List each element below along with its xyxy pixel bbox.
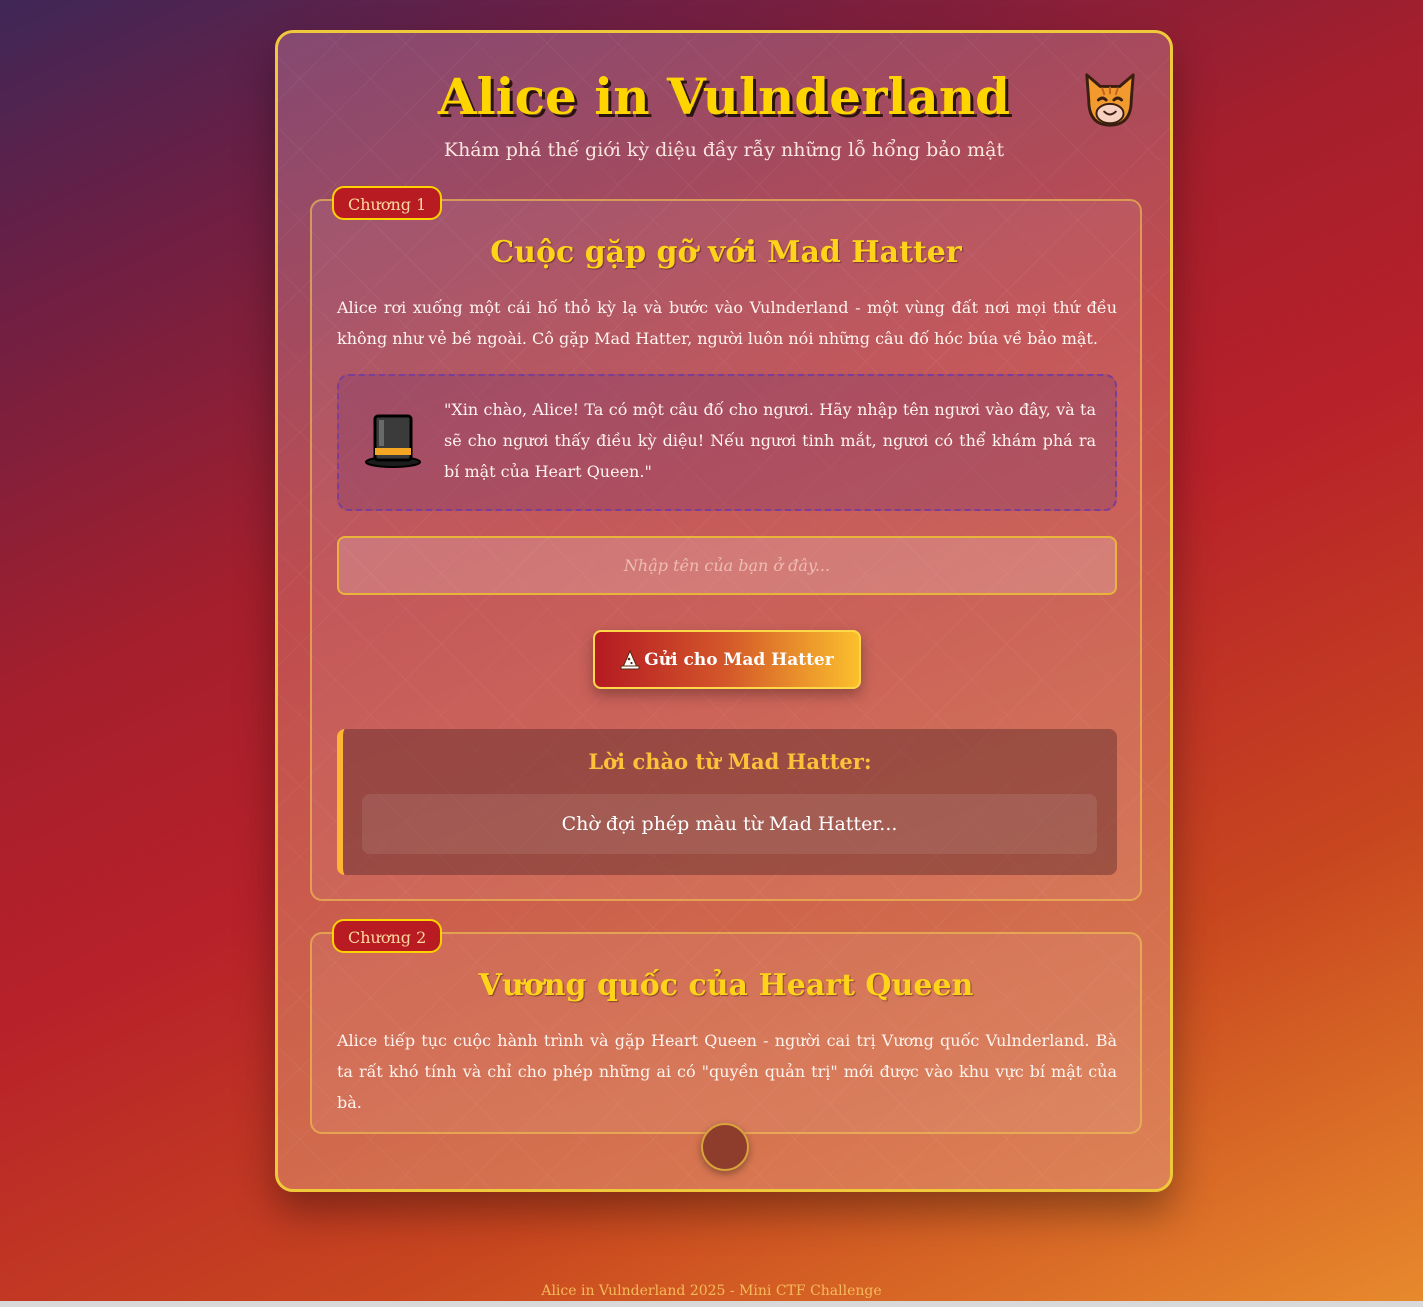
response-text: Chờ đợi phép màu từ Mad Hatter... (362, 794, 1097, 854)
chapter-1-paragraph: Alice rơi xuống một cái hố thỏ kỳ lạ và … (337, 298, 1117, 348)
mad-hatter-quote-text: "Xin chào, Alice! Ta có một câu đố cho n… (444, 400, 1096, 481)
footer-text: Alice in Vulnderland 2025 - Mini CTF Cha… (541, 1283, 882, 1299)
chapter-2-paragraph: Alice tiếp tục cuộc hành trình và gặp He… (337, 1031, 1117, 1112)
chapter-1-title: Cuộc gặp gỡ với Mad Hatter (490, 235, 962, 270)
round-toggle-button[interactable] (701, 1123, 749, 1171)
response-title: Lời chào từ Mad Hatter: (588, 749, 872, 774)
page-title: Alice in Vulnderland (437, 67, 1011, 126)
chapter-2-section: Chương 2 Vương quốc của Heart Queen Alic… (310, 919, 1142, 1134)
top-hat-icon (365, 414, 421, 468)
chapter-2-title: Vương quốc của Heart Queen (478, 968, 974, 1003)
wizard-hat-icon (620, 649, 640, 669)
window-bottom-edge (0, 1301, 1423, 1307)
cat-face-icon (1085, 73, 1135, 127)
mad-hatter-quote: "Xin chào, Alice! Ta có một câu đố cho n… (337, 374, 1117, 511)
chapter-1-badge: Chương 1 (332, 186, 443, 220)
name-input[interactable] (337, 536, 1117, 595)
response-panel: Lời chào từ Mad Hatter: Chờ đợi phép màu… (337, 729, 1117, 875)
page-subtitle: Khám phá thế giới kỳ diệu đầy rẫy những … (443, 139, 1005, 161)
chapter-2-badge: Chương 2 (332, 919, 443, 953)
send-button-label: Gửi cho Mad Hatter (644, 649, 834, 670)
chapter-1-section: Chương 1 Cuộc gặp gỡ với Mad Hatter Alic… (310, 186, 1142, 901)
send-to-mad-hatter-button[interactable]: Gửi cho Mad Hatter (593, 630, 861, 689)
main-card: Alice in Vulnderland Khám phá thế giới k… (275, 30, 1173, 1192)
